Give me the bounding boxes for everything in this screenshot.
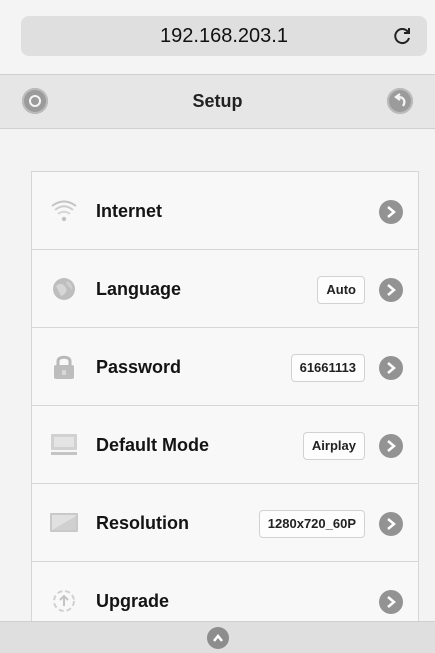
chevron-right-icon[interactable] [379, 590, 403, 614]
menu-item-upgrade[interactable]: Upgrade [32, 562, 418, 623]
airplay-mode-icon [51, 434, 77, 455]
menu-item-default-mode[interactable]: Default Mode Airplay [32, 406, 418, 484]
upgrade-icon [53, 590, 75, 612]
resolution-label: Resolution [96, 513, 189, 533]
password-label: Password [96, 357, 182, 377]
upgrade-label: Upgrade [96, 591, 170, 611]
settings-menu: Internet Language Auto Password 61661113 [31, 171, 419, 623]
default-mode-label: Default Mode [96, 435, 210, 455]
menu-item-password[interactable]: Password 61661113 [32, 328, 418, 406]
chevron-right-icon[interactable] [379, 512, 403, 536]
page-title: Setup [192, 91, 243, 111]
chevron-right-icon[interactable] [379, 200, 403, 224]
internet-label: Internet [96, 201, 163, 221]
lock-icon [54, 355, 74, 379]
language-value: Auto [317, 276, 365, 304]
menu-item-internet[interactable]: Internet [32, 172, 418, 250]
resolution-value: 1280x720_60P [258, 510, 365, 538]
wifi-icon [51, 200, 77, 222]
menu-item-language[interactable]: Language Auto [32, 250, 418, 328]
bottom-toolbar [0, 621, 435, 653]
display-icon [50, 513, 78, 532]
setup-header: Setup [0, 74, 435, 129]
address-bar[interactable]: 192.168.203.1 [21, 16, 427, 56]
chevron-right-icon[interactable] [379, 434, 403, 458]
scroll-up-icon[interactable] [207, 627, 229, 649]
menu-item-resolution[interactable]: Resolution 1280x720_60P [32, 484, 418, 562]
browser-top-bar: 192.168.203.1 [0, 0, 435, 74]
chevron-right-icon[interactable] [379, 356, 403, 380]
reload-icon[interactable] [393, 26, 413, 46]
back-icon[interactable] [387, 88, 413, 114]
globe-icon [53, 278, 75, 300]
chevron-right-icon[interactable] [379, 278, 403, 302]
password-value: 61661113 [290, 354, 365, 382]
default-mode-value: Airplay [302, 432, 365, 460]
address-text: 192.168.203.1 [160, 25, 288, 47]
language-label: Language [96, 279, 182, 299]
